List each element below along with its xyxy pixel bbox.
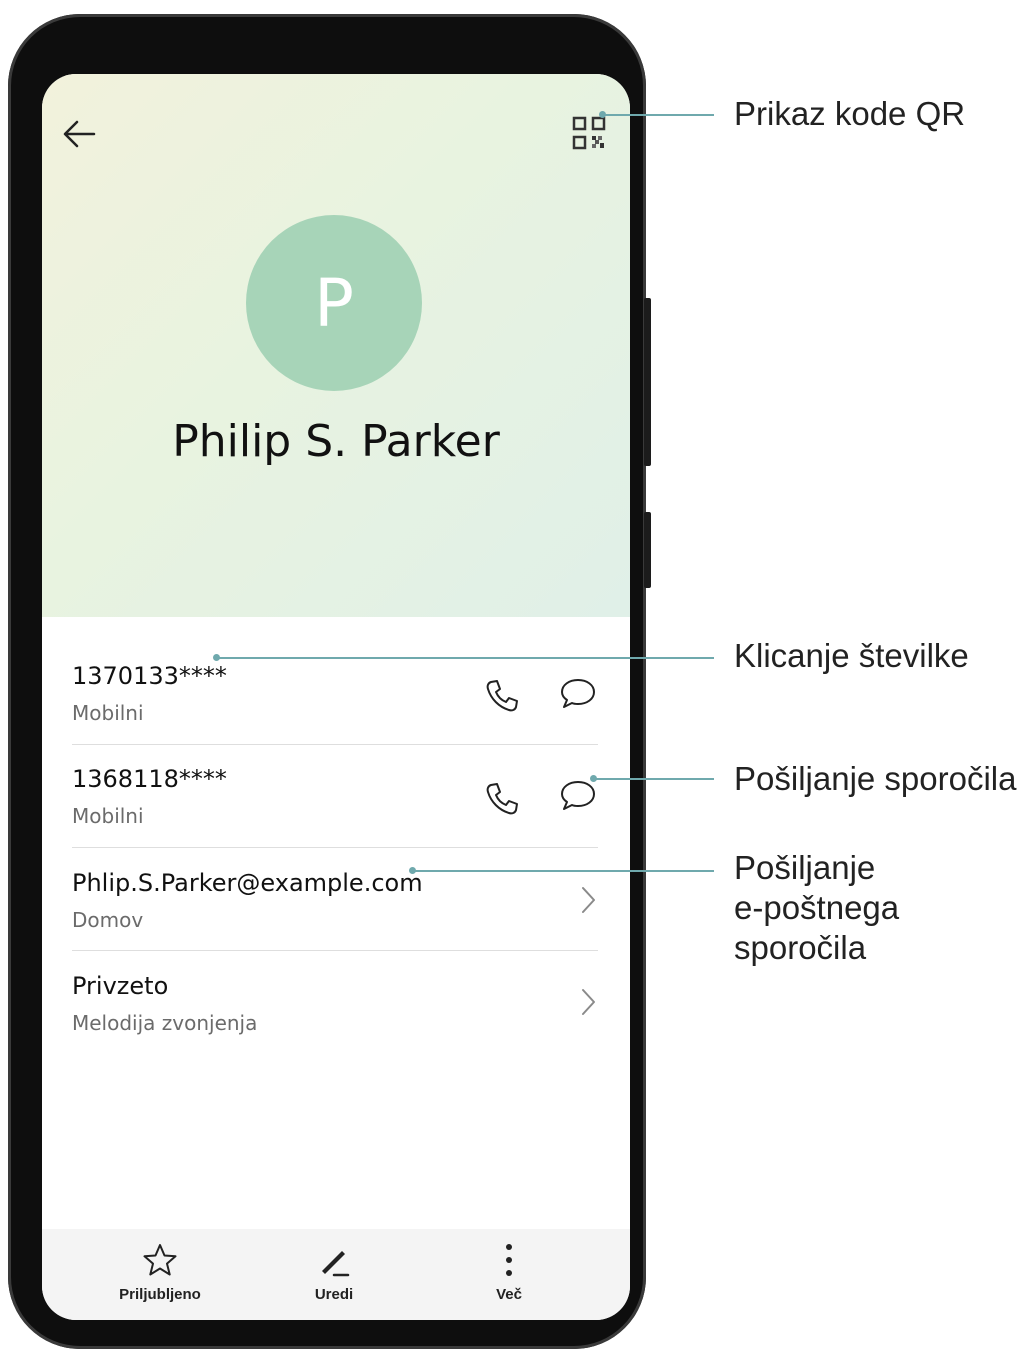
callout-email-label-3: sporočila xyxy=(734,929,867,966)
call-button[interactable] xyxy=(482,676,522,716)
message-bubble-icon xyxy=(561,679,595,708)
message-button[interactable] xyxy=(558,674,598,714)
contact-details-screen: P Philip S. Parker 1370133**** Mobilni 1… xyxy=(42,74,630,1320)
favorite-button[interactable]: Priljubljeno xyxy=(90,1229,230,1320)
back-arrow-icon xyxy=(63,120,96,148)
callout-message-label: Pošiljanje sporočila xyxy=(734,760,1017,797)
divider xyxy=(72,847,598,848)
callout-line-message xyxy=(595,778,714,780)
divider xyxy=(72,950,598,951)
email-type: Domov xyxy=(72,908,144,932)
phone-number[interactable]: 1370133**** xyxy=(72,662,227,690)
contact-name: Philip S. Parker xyxy=(172,416,500,467)
ringtone-row[interactable]: Privzeto Melodija zvonjenja xyxy=(72,972,598,1074)
qr-code-button[interactable] xyxy=(572,116,606,150)
pencil-icon xyxy=(322,1251,350,1277)
volume-button xyxy=(644,298,651,466)
more-button[interactable]: Več xyxy=(439,1229,579,1320)
callout-line-email xyxy=(414,870,714,872)
phone-icon xyxy=(486,680,518,712)
callout-line-call xyxy=(218,657,714,659)
phone-number[interactable]: 1368118**** xyxy=(72,765,227,793)
chevron-right-icon xyxy=(582,887,595,913)
ringtone-value: Privzeto xyxy=(72,972,169,1000)
chevron-right-icon xyxy=(582,989,595,1015)
email-row[interactable]: Phlip.S.Parker@example.com Domov xyxy=(72,869,598,971)
back-button[interactable] xyxy=(60,114,100,154)
email-chevron[interactable] xyxy=(570,880,610,920)
qr-code-icon xyxy=(572,116,606,150)
phone-type: Mobilni xyxy=(72,804,144,828)
edit-button[interactable]: Uredi xyxy=(264,1229,404,1320)
callout-line-qr xyxy=(604,114,714,116)
divider xyxy=(72,744,598,745)
power-button xyxy=(644,512,651,588)
call-button[interactable] xyxy=(482,779,522,819)
more-vertical-icon xyxy=(506,1244,512,1276)
avatar[interactable]: P xyxy=(246,215,422,391)
callout-call-label: Klicanje številke xyxy=(734,637,969,674)
phone-frame: P Philip S. Parker 1370133**** Mobilni 1… xyxy=(8,14,651,1349)
callout-qr-label: Prikaz kode QR xyxy=(734,95,966,132)
edit-label: Uredi xyxy=(314,1286,354,1303)
ringtone-chevron[interactable] xyxy=(570,982,610,1022)
callout-email-label-1: Pošiljanje xyxy=(734,849,876,886)
callout-email-label-2: e-poštnega xyxy=(734,889,900,926)
message-button[interactable] xyxy=(558,776,598,816)
phone-type: Mobilni xyxy=(72,701,144,725)
ringtone-label: Melodija zvonjenja xyxy=(72,1011,258,1035)
email-address[interactable]: Phlip.S.Parker@example.com xyxy=(72,869,423,897)
message-bubble-icon xyxy=(561,781,595,810)
more-label: Več xyxy=(496,1286,522,1303)
phone-icon xyxy=(486,783,518,815)
star-icon xyxy=(143,1244,177,1276)
favorite-label: Priljubljeno xyxy=(119,1286,201,1303)
bottom-action-bar: Priljubljeno Uredi Več xyxy=(42,1229,630,1320)
